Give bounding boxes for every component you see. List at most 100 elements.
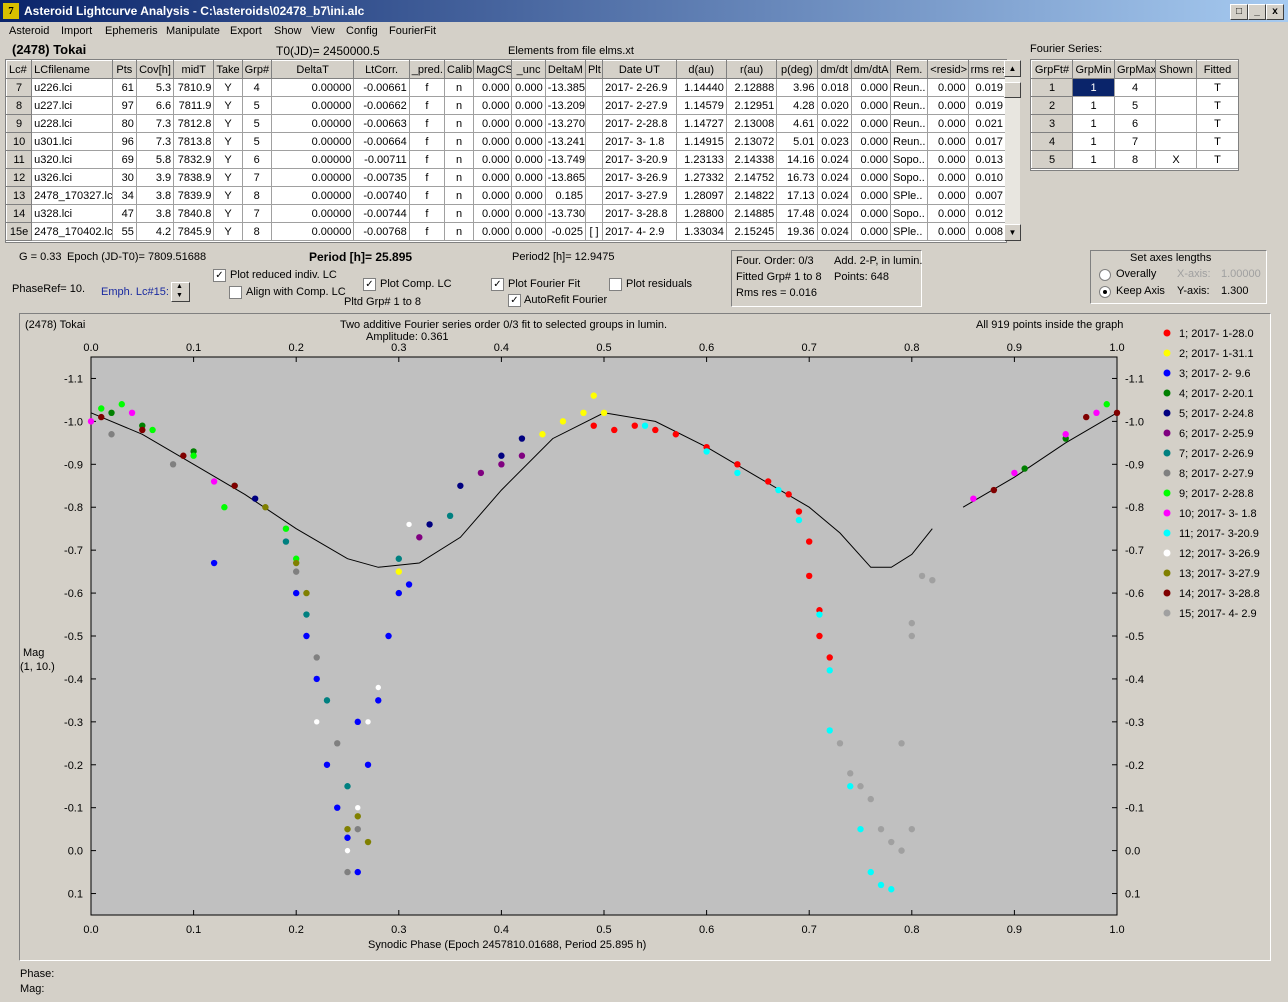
legend-marker bbox=[1163, 369, 1171, 377]
data-point bbox=[826, 654, 833, 661]
x-tick-label-top: 0.8 bbox=[904, 342, 919, 354]
data-point bbox=[641, 422, 649, 429]
x-tick-label: 0.3 bbox=[391, 924, 406, 936]
data-point bbox=[795, 516, 803, 524]
data-point bbox=[395, 555, 402, 562]
data-point bbox=[293, 568, 300, 575]
y-tick-label-right: -0.6 bbox=[1125, 588, 1144, 600]
data-point bbox=[262, 504, 269, 511]
data-point bbox=[867, 795, 874, 803]
data-point bbox=[374, 683, 382, 692]
data-point bbox=[385, 632, 392, 640]
data-point bbox=[970, 495, 977, 502]
y-tick-label: 0.0 bbox=[68, 846, 83, 858]
y-tick-label: -0.1 bbox=[64, 803, 83, 815]
data-point bbox=[313, 718, 321, 726]
legend-marker bbox=[1163, 529, 1171, 537]
legend-marker bbox=[1163, 509, 1171, 517]
y-tick-label-right: 0.1 bbox=[1125, 889, 1140, 901]
y-tick-label: -1.0 bbox=[64, 416, 83, 428]
data-point bbox=[334, 740, 341, 747]
data-point bbox=[929, 577, 936, 584]
y-tick-label-right: -0.5 bbox=[1125, 631, 1144, 643]
x-tick-label-top: 0.5 bbox=[596, 342, 611, 354]
data-point bbox=[477, 469, 485, 477]
data-point bbox=[816, 632, 823, 640]
data-point bbox=[128, 409, 136, 416]
legend-marker bbox=[1163, 549, 1171, 557]
lightcurve-chart[interactable]: 0.0 0.0 0.1 0.1 0.2 0.2 0.3 0.3 0.4 0.4 0.5 0.5 0.6 0… bbox=[0, 0, 1288, 1002]
data-point bbox=[847, 783, 854, 790]
data-point bbox=[405, 520, 413, 529]
y-tick-label-right: -0.2 bbox=[1125, 760, 1144, 772]
data-point bbox=[498, 452, 505, 459]
data-point bbox=[364, 718, 372, 726]
data-point bbox=[795, 508, 803, 515]
data-point bbox=[221, 504, 228, 511]
data-point bbox=[908, 619, 915, 627]
legend-marker bbox=[1163, 469, 1171, 477]
data-point bbox=[826, 727, 833, 734]
data-point bbox=[775, 486, 782, 494]
x-tick-label: 1.0 bbox=[1109, 924, 1124, 936]
data-point bbox=[323, 761, 331, 768]
x-tick-label: 0.4 bbox=[494, 924, 509, 936]
x-tick-label: 0.0 bbox=[83, 924, 98, 936]
data-point bbox=[857, 825, 864, 833]
x-tick-label-top: 0.3 bbox=[391, 342, 406, 354]
data-point bbox=[806, 572, 813, 580]
legend-label: 12; 2017- 3-26.9 bbox=[1179, 548, 1260, 560]
data-point bbox=[559, 418, 567, 425]
x-tick-label: 0.7 bbox=[802, 924, 817, 936]
data-point bbox=[1062, 431, 1069, 438]
legend-label: 13; 2017- 3-27.9 bbox=[1179, 568, 1260, 580]
y-tick-label: -1.1 bbox=[64, 373, 83, 385]
data-point bbox=[303, 632, 310, 640]
data-point bbox=[877, 825, 885, 833]
y-tick-label: 0.1 bbox=[68, 889, 83, 901]
x-tick-label: 0.1 bbox=[186, 924, 201, 936]
data-point bbox=[518, 435, 526, 442]
data-point bbox=[857, 783, 864, 790]
legend-marker bbox=[1163, 609, 1171, 617]
data-point bbox=[734, 469, 741, 477]
legend-label: 10; 2017- 3- 1.8 bbox=[1179, 508, 1257, 520]
y-tick-label: -0.4 bbox=[64, 674, 83, 686]
legend-marker bbox=[1163, 589, 1171, 597]
legend-label: 5; 2017- 2-24.8 bbox=[1179, 408, 1254, 420]
data-point bbox=[354, 718, 361, 726]
data-point bbox=[354, 803, 362, 812]
data-point bbox=[169, 461, 177, 468]
legend-label: 11; 2017- 3-20.9 bbox=[1179, 528, 1259, 540]
data-point bbox=[898, 847, 905, 854]
data-point bbox=[98, 405, 105, 412]
data-point bbox=[139, 426, 146, 434]
data-point bbox=[354, 868, 361, 876]
data-point bbox=[405, 581, 413, 588]
data-point bbox=[518, 452, 526, 459]
y-tick-label-right: -0.1 bbox=[1125, 803, 1144, 815]
y-tick-label: -0.3 bbox=[64, 717, 83, 729]
data-point bbox=[210, 478, 218, 485]
legend-label: 6; 2017- 2-25.9 bbox=[1179, 428, 1254, 440]
y-tick-label-right: -0.8 bbox=[1125, 502, 1144, 514]
data-point bbox=[908, 632, 915, 640]
legend-marker bbox=[1163, 409, 1171, 417]
data-point bbox=[898, 740, 905, 747]
y-tick-label-right: -1.1 bbox=[1125, 373, 1144, 385]
y-tick-label-right: -0.4 bbox=[1125, 674, 1144, 686]
data-point bbox=[293, 589, 300, 597]
y-tick-label: -0.9 bbox=[64, 459, 83, 471]
data-point bbox=[344, 834, 351, 841]
legend-label: 14; 2017- 3-28.8 bbox=[1179, 588, 1260, 600]
data-point bbox=[344, 783, 351, 790]
data-point bbox=[354, 813, 361, 820]
legend-marker bbox=[1163, 389, 1171, 397]
y-tick-label-right: -0.3 bbox=[1125, 717, 1144, 729]
data-point bbox=[313, 654, 320, 661]
data-point bbox=[364, 761, 372, 768]
legend-label: 3; 2017- 2- 9.6 bbox=[1179, 368, 1251, 380]
data-point bbox=[990, 486, 998, 494]
data-point bbox=[323, 697, 331, 704]
y-tick-label-right: -0.9 bbox=[1125, 459, 1144, 471]
